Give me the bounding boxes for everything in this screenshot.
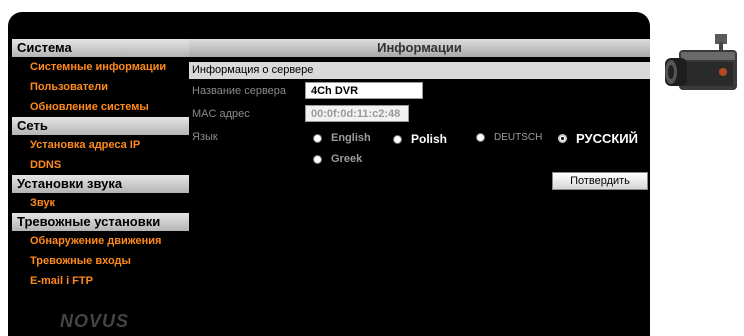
sidebar-item-system-update[interactable]: Обновление системы [10, 97, 189, 117]
language-option-english[interactable]: English [313, 132, 371, 144]
sidebar-item-system-info[interactable]: Системные информации [10, 57, 189, 77]
sidebar-item-email-ftp[interactable]: E-mail i FTP [10, 271, 189, 291]
mac-address-field: 00:0f:0d:11:c2:48 [305, 105, 409, 122]
security-camera-icon [665, 34, 737, 90]
radio-selected-icon [558, 134, 567, 143]
page-title: Информации [189, 39, 650, 57]
main-panel: Информации Информация о сервере Название… [189, 39, 650, 336]
sidebar-item-users[interactable]: Пользователи [10, 77, 189, 97]
language-deutsch-label: DEUTSCH [494, 132, 543, 143]
server-name-input[interactable]: 4Ch DVR [305, 82, 423, 99]
language-label: Язык [192, 131, 218, 143]
sidebar-section-alarm: Тревожные установки [12, 213, 189, 231]
radio-icon [476, 133, 485, 142]
radio-icon [313, 154, 322, 164]
language-english-label: English [331, 132, 371, 144]
mac-address-label: MAC адрес [192, 108, 250, 120]
sidebar-menu: Система Системные информации Пользовател… [10, 39, 189, 336]
section-subtitle: Информация о сервере [189, 62, 650, 79]
sidebar-item-ddns[interactable]: DDNS [10, 155, 189, 175]
language-russian-label: РУССКИЙ [576, 131, 638, 146]
language-option-deutsch[interactable]: DEUTSCH [476, 132, 542, 143]
language-option-polish[interactable]: Polish [393, 132, 447, 146]
sidebar-item-motion-detection[interactable]: Обнаружение движения [10, 231, 189, 251]
language-option-greek[interactable]: Greek [313, 153, 362, 165]
sidebar-section-network: Сеть [12, 117, 189, 135]
novus-logo: NOVUS [60, 311, 130, 331]
server-name-label: Название сервера [192, 85, 287, 97]
language-option-russian[interactable]: РУССКИЙ [558, 131, 638, 146]
language-polish-label: Polish [411, 132, 448, 146]
radio-icon [313, 133, 322, 143]
sidebar-item-audio[interactable]: Звук [10, 193, 189, 213]
sidebar-section-audio: Установки звука [12, 175, 189, 193]
sidebar-item-ip-settings[interactable]: Установка адреса IP [10, 135, 189, 155]
radio-icon [393, 134, 402, 144]
sidebar-section-system: Система [12, 39, 189, 57]
language-greek-label: Greek [331, 153, 363, 165]
sidebar-item-alarm-inputs[interactable]: Тревожные входы [10, 251, 189, 271]
confirm-button[interactable]: Потвердить [552, 172, 648, 190]
